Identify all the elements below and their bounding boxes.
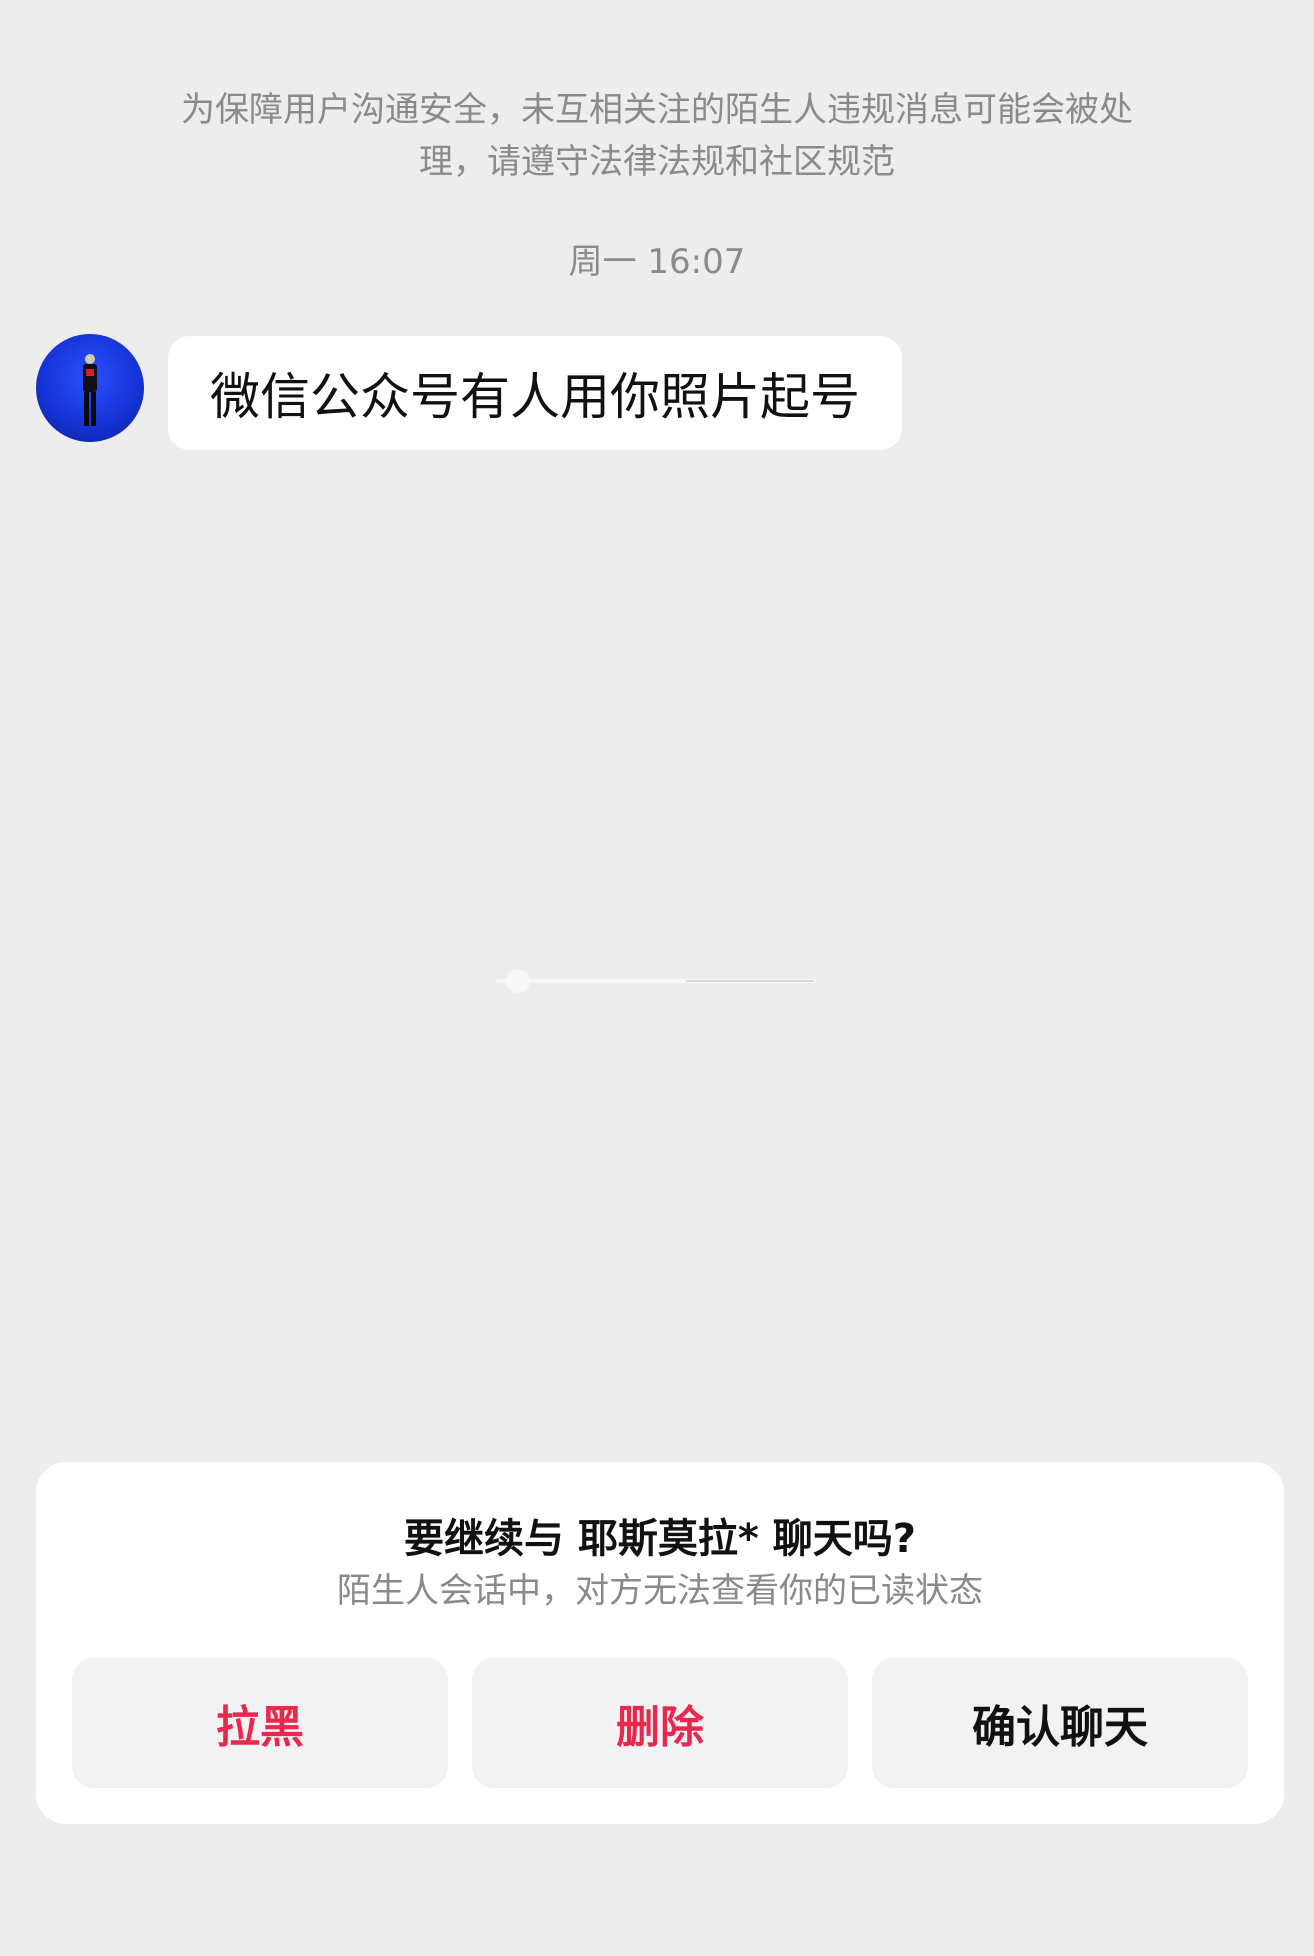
loading-spinner-icon [496,969,816,993]
message-bubble[interactable]: 微信公众号有人用你照片起号 [168,336,902,450]
block-button[interactable]: 拉黑 [72,1658,448,1788]
stranger-safety-notice: 为保障用户沟通安全，未互相关注的陌生人违规消息可能会被处 理，请遵守法律法规和社… [140,84,1174,188]
message-timestamp: 周一 16:07 [568,242,746,282]
avatar-figure-icon [83,354,97,426]
delete-button[interactable]: 删除 [472,1658,848,1788]
confirm-chat-button[interactable]: 确认聊天 [872,1658,1248,1788]
continue-chat-dialog: 要继续与 耶斯莫拉* 聊天吗? 陌生人会话中，对方无法查看你的已读状态 拉黑 删… [36,1462,1284,1824]
notice-line-1: 为保障用户沟通安全，未互相关注的陌生人违规消息可能会被处 [181,90,1133,130]
notice-line-2: 理，请遵守法律法规和社区规范 [419,142,895,182]
sender-avatar[interactable] [36,334,144,442]
dialog-subtitle: 陌生人会话中，对方无法查看你的已读状态 [337,1571,983,1611]
dialog-title: 要继续与 耶斯莫拉* 聊天吗? [404,1516,916,1562]
incoming-message-row: 微信公众号有人用你照片起号 [36,334,902,450]
